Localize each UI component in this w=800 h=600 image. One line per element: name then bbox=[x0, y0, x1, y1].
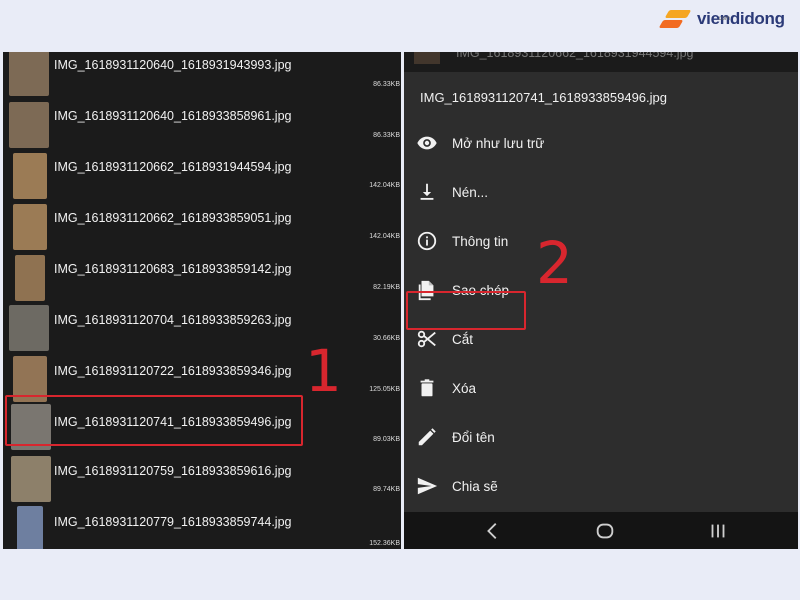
file-size: 152.36KB bbox=[369, 540, 400, 547]
menu-item-label: Cắt bbox=[452, 332, 474, 347]
image-thumbnail bbox=[15, 255, 45, 301]
info-icon bbox=[417, 231, 437, 251]
file-list-panel: IMG_1618931120640_1618931943993.jpg 86.3… bbox=[3, 52, 401, 549]
download-icon bbox=[420, 183, 434, 200]
file-name: IMG_1618931120662_1618931944594.jpg bbox=[54, 160, 292, 174]
context-menu-panel: IMG_1618931120662_1618931944594.jpg IMG_… bbox=[404, 52, 798, 549]
step-number-2: 2 bbox=[536, 229, 573, 297]
send-icon bbox=[417, 477, 438, 495]
menu-item-info[interactable]: Thông tin bbox=[404, 222, 798, 262]
copy-highlight bbox=[406, 291, 526, 330]
menu-item-rename[interactable]: Đổi tên bbox=[404, 418, 798, 458]
menu-item-label: Xóa bbox=[452, 381, 477, 396]
selected-file-highlight bbox=[5, 395, 303, 446]
file-name: IMG_1618931120640_1618931943993.jpg bbox=[54, 58, 292, 72]
file-size: 142.04KB bbox=[369, 182, 400, 189]
menu-item-label: Đổi tên bbox=[452, 430, 495, 445]
background-file-row: IMG_1618931120662_1618931944594.jpg bbox=[404, 52, 798, 68]
menu-item-share[interactable]: Chia sẽ bbox=[404, 467, 798, 507]
menu-item-label: Mở như lưu trữ bbox=[452, 136, 545, 151]
file-size: 142.04KB bbox=[369, 233, 400, 240]
image-thumbnail bbox=[11, 456, 51, 502]
file-row[interactable]: IMG_1618931120779_1618933859744.jpg 152.… bbox=[3, 504, 401, 549]
image-thumbnail bbox=[13, 153, 47, 199]
image-thumbnail bbox=[13, 204, 47, 250]
viendidong-logo: viendidong .com bbox=[655, 4, 795, 34]
file-name: IMG_1618931120704_1618933859263.jpg bbox=[54, 313, 292, 327]
file-name: IMG_1618931120640_1618933858961.jpg bbox=[54, 109, 292, 123]
trash-icon bbox=[420, 379, 434, 397]
file-row[interactable]: IMG_1618931120640_1618931943993.jpg 86.3… bbox=[3, 52, 401, 100]
android-nav-bar bbox=[404, 512, 798, 549]
file-row[interactable]: IMG_1618931120640_1618933858961.jpg 86.3… bbox=[3, 100, 401, 150]
menu-item-open-as-archive[interactable]: Mở như lưu trữ bbox=[404, 124, 798, 164]
menu-item-compress[interactable]: Nén... bbox=[404, 173, 798, 213]
menu-item-label: Nén... bbox=[452, 185, 489, 200]
file-size: 125.05KB bbox=[369, 386, 400, 393]
menu-item-label: Chia sẽ bbox=[452, 479, 498, 494]
logo-text: viendidong bbox=[697, 9, 785, 28]
scissors-icon bbox=[417, 330, 436, 348]
eye-icon bbox=[417, 136, 437, 150]
file-row[interactable]: IMG_1618931120759_1618933859616.jpg 89.7… bbox=[3, 454, 401, 504]
logo-mark-icon bbox=[655, 8, 693, 30]
file-name: IMG_1618931120683_1618933859142.jpg bbox=[54, 262, 292, 276]
file-size: 86.33KB bbox=[373, 132, 400, 139]
file-size: 82.19KB bbox=[373, 284, 400, 291]
context-menu: IMG_1618931120741_1618933859496.jpg Mở n… bbox=[404, 72, 798, 512]
home-icon[interactable] bbox=[594, 520, 616, 542]
file-name: IMG_1618931120779_1618933859744.jpg bbox=[54, 515, 292, 529]
back-icon[interactable] bbox=[482, 520, 504, 542]
recent-apps-icon[interactable] bbox=[707, 520, 729, 542]
logo-sub: .com bbox=[717, 16, 731, 22]
image-thumbnail bbox=[9, 102, 49, 148]
menu-title: IMG_1618931120741_1618933859496.jpg bbox=[420, 90, 667, 105]
file-size: 89.74KB bbox=[373, 486, 400, 493]
file-name: IMG_1618931120662_1618931944594.jpg bbox=[456, 52, 694, 60]
image-thumbnail bbox=[414, 52, 440, 64]
image-thumbnail bbox=[9, 52, 49, 96]
file-name: IMG_1618931120722_1618933859346.jpg bbox=[54, 364, 292, 378]
file-size: 30.66KB bbox=[373, 335, 400, 342]
file-row[interactable]: IMG_1618931120662_1618931944594.jpg 142.… bbox=[3, 151, 401, 201]
file-size: 86.33KB bbox=[373, 81, 400, 88]
image-thumbnail bbox=[17, 506, 43, 549]
file-name: IMG_1618931120662_1618933859051.jpg bbox=[54, 211, 292, 225]
menu-item-label: Thông tin bbox=[452, 234, 509, 249]
file-row[interactable]: IMG_1618931120683_1618933859142.jpg 82.1… bbox=[3, 253, 401, 303]
file-row[interactable]: IMG_1618931120662_1618933859051.jpg 142.… bbox=[3, 202, 401, 252]
file-name: IMG_1618931120759_1618933859616.jpg bbox=[54, 464, 292, 478]
step-number-1: 1 bbox=[305, 337, 342, 405]
image-thumbnail bbox=[9, 305, 49, 351]
pencil-icon bbox=[418, 428, 436, 446]
file-size: 89.03KB bbox=[373, 436, 400, 443]
menu-item-delete[interactable]: Xóa bbox=[404, 369, 798, 409]
